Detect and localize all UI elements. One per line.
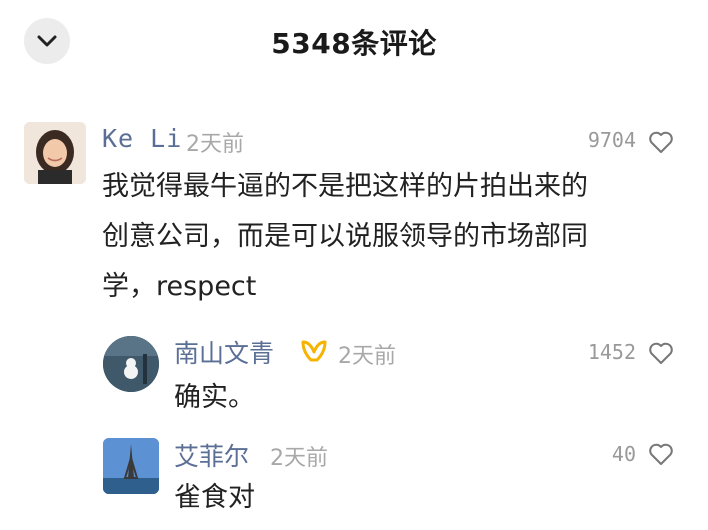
vip-badge-icon: [301, 340, 327, 362]
like-count: 40: [611, 442, 636, 466]
reply-username[interactable]: 艾菲尔: [174, 437, 249, 473]
like-count: 9704: [587, 128, 636, 152]
reply-time: 2天前: [338, 344, 396, 369]
comment-text: 我觉得最牛逼的不是把这样的片拍出来的创意公司，而是可以说服领导的市场部同学，re…: [102, 171, 588, 302]
comment-username[interactable]: Ke Li: [102, 124, 182, 153]
heart-icon[interactable]: [648, 442, 674, 466]
reply-time: 2天前: [270, 446, 328, 471]
reply-username[interactable]: 南山文青: [174, 334, 274, 370]
comment: Ke Li 2天前 9704 我觉得最牛逼的不是把这样的片拍出来的创意公司，而是…: [0, 0, 708, 310]
avatar[interactable]: [103, 438, 159, 494]
like-count: 1452: [587, 340, 636, 364]
reply-text: 雀食对: [174, 482, 255, 513]
comment-time: 2天前: [186, 132, 244, 157]
heart-icon[interactable]: [648, 130, 674, 154]
heart-icon[interactable]: [648, 341, 674, 365]
reply-text: 确实。: [174, 382, 255, 413]
avatar[interactable]: [103, 336, 159, 392]
avatar[interactable]: [24, 122, 86, 184]
